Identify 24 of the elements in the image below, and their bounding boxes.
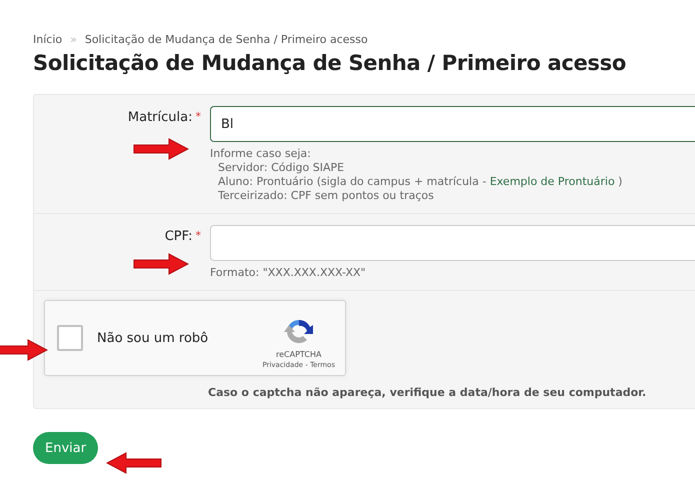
required-mark: * bbox=[196, 110, 201, 125]
help-text: Aluno: Prontuário (sigla do campus + matrícula - Exemplo de Prontuário ) bbox=[217, 175, 624, 189]
arrow-icon bbox=[0, 339, 48, 361]
checkbox-label: Não sou um robô bbox=[97, 330, 210, 346]
input-field[interactable]: Bl bbox=[210, 106, 695, 142]
example-link[interactable]: Exemplo de Prontuário bbox=[490, 175, 615, 188]
breadcrumb-link[interactable]: Solicitação de Mudança de Senha / Primeiro acesso bbox=[84, 33, 368, 46]
captcha-brand: reCAPTCHA bbox=[276, 350, 322, 358]
arrow-icon bbox=[133, 138, 189, 160]
help-text: Servidor: Código SIAPE bbox=[217, 161, 346, 175]
captcha-note: Caso o captcha não apareça, verifique a data/hora de seu computador. bbox=[207, 385, 648, 399]
breadcrumb-link[interactable]: Início bbox=[33, 33, 62, 46]
arrow-icon bbox=[133, 253, 189, 275]
help-text: Informe caso seja: bbox=[210, 147, 312, 161]
help-text: Terceirizado: CPF sem pontos ou traços bbox=[217, 189, 435, 203]
input-field[interactable] bbox=[210, 225, 695, 261]
arrow-icon bbox=[106, 452, 162, 474]
field-label: Matrícula: bbox=[128, 110, 192, 127]
page-title: Solicitação de Mudança de Senha / Primeiro acesso bbox=[33, 51, 627, 75]
required-mark: * bbox=[196, 229, 201, 244]
breadcrumb-separator: » bbox=[70, 33, 77, 46]
help-text: Formato: "XXX.XXX.XXX-XX" bbox=[210, 266, 367, 280]
field-label: CPF: bbox=[164, 229, 192, 246]
checkbox[interactable] bbox=[57, 325, 83, 351]
